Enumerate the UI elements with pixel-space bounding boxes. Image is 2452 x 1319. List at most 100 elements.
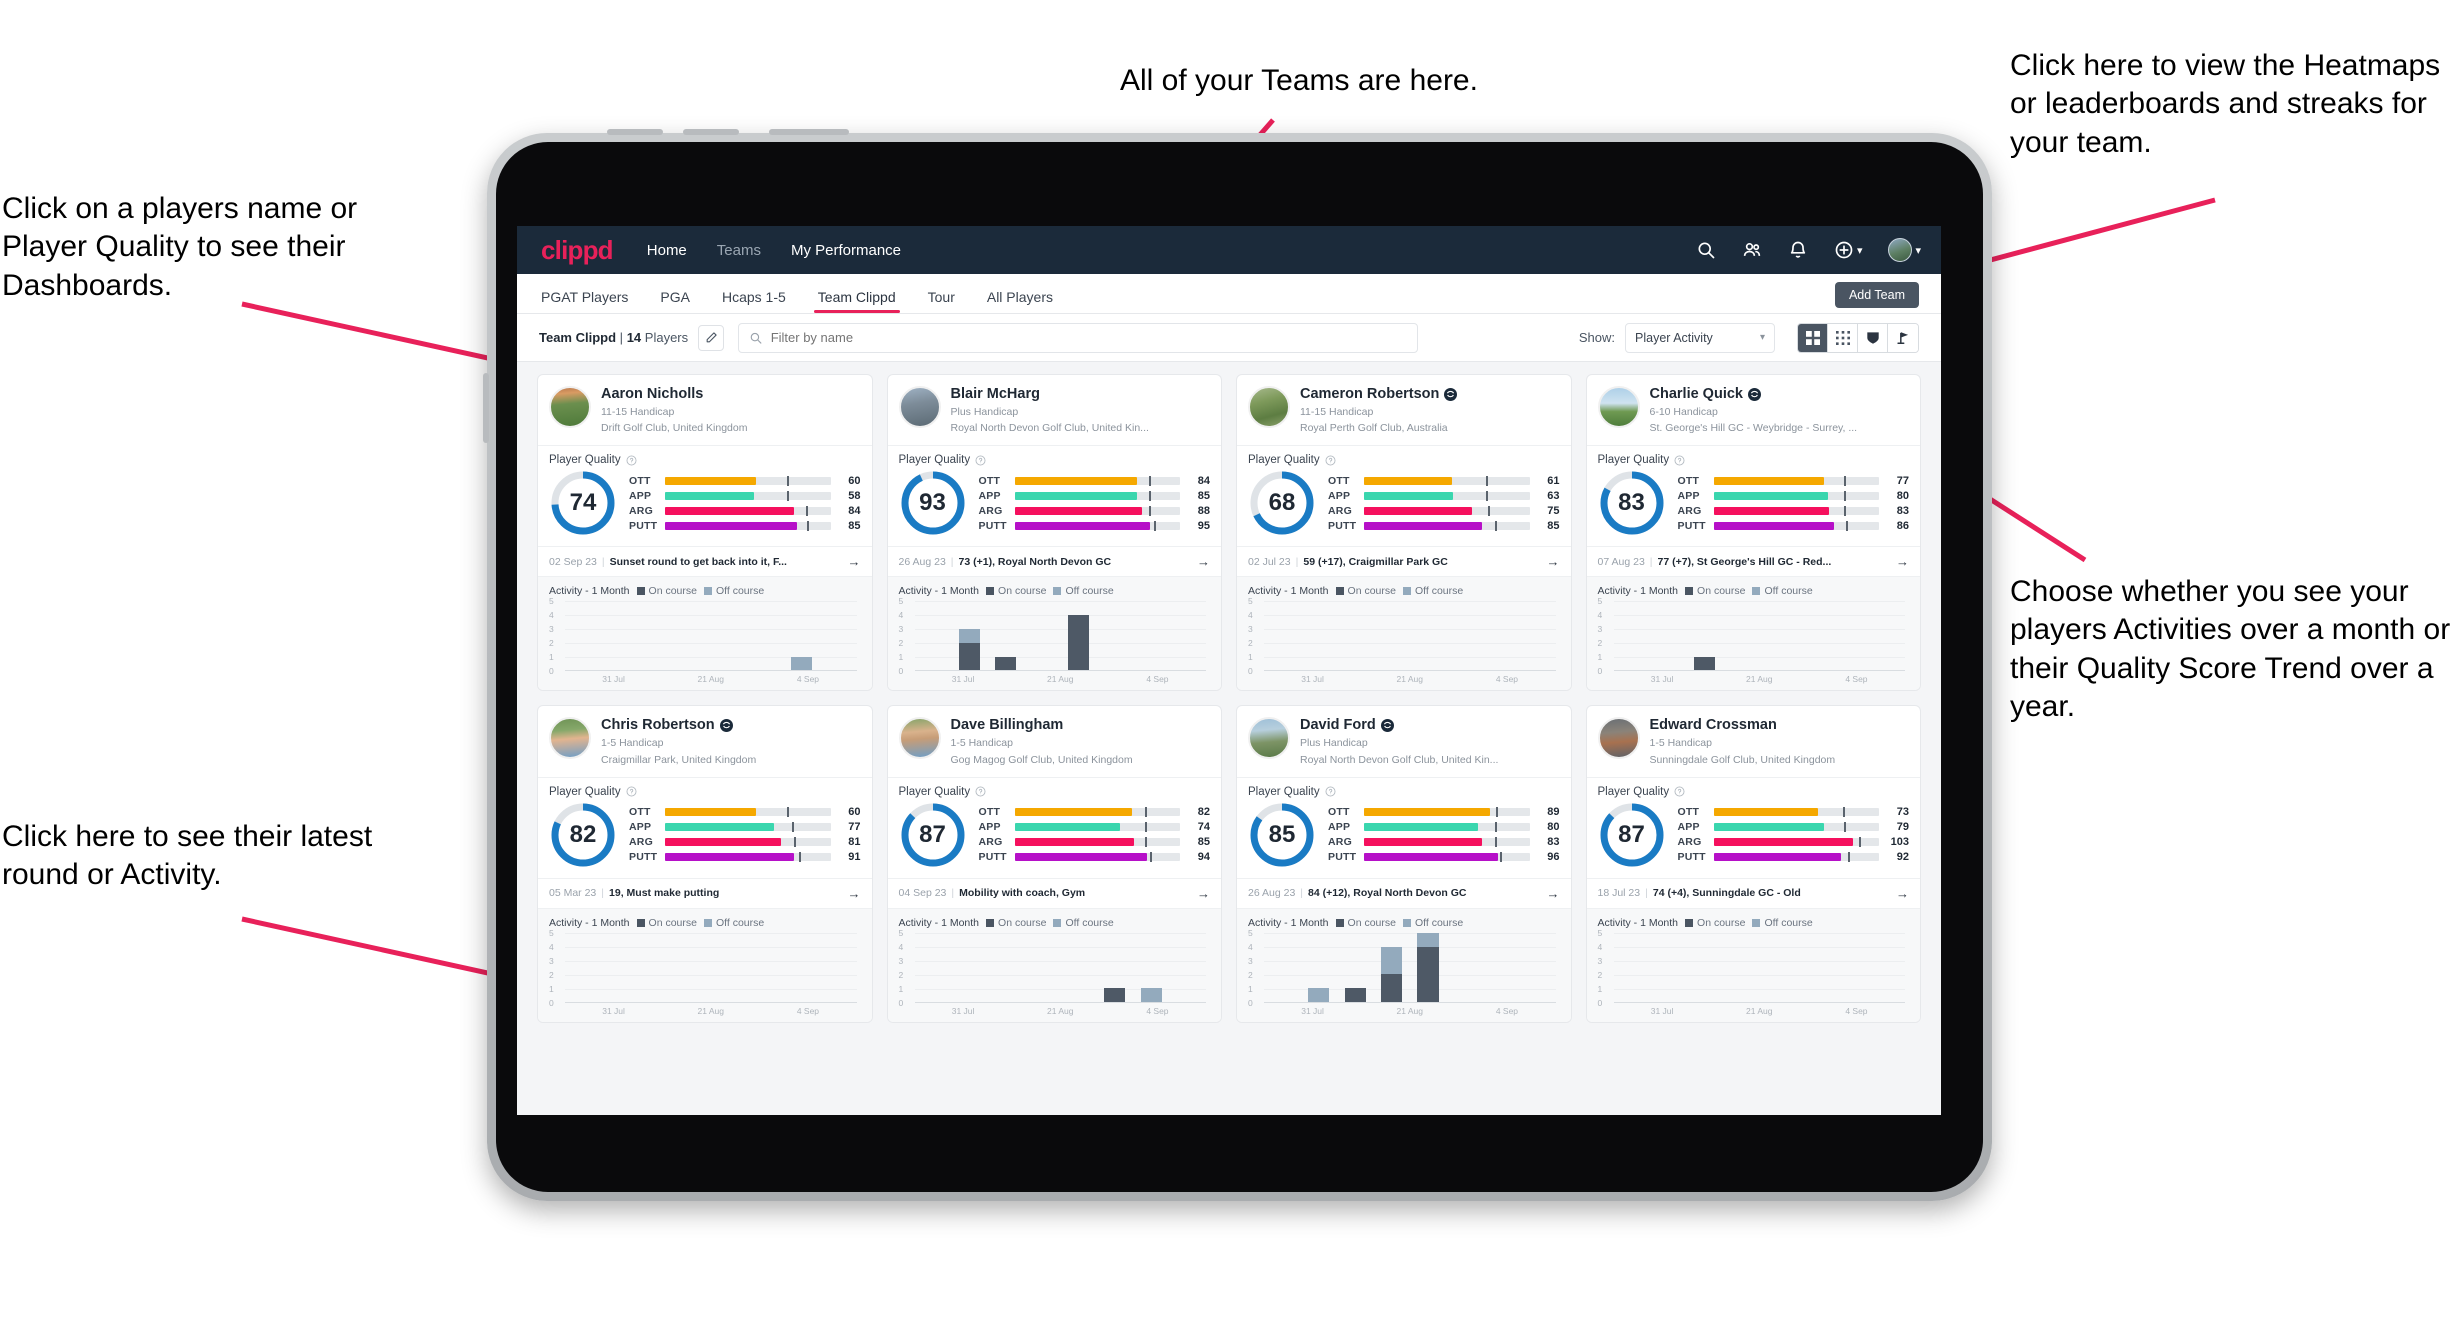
latest-round-row[interactable]: 02 Jul 23 | 59 (+17), Craigmillar Park G… — [1237, 546, 1571, 576]
latest-round-row[interactable]: 04 Sep 23 | Mobility with coach, Gym → — [887, 877, 1221, 908]
search-icon[interactable] — [1696, 240, 1716, 260]
pencil-icon[interactable] — [698, 324, 725, 351]
player-card[interactable]: Cameron Robertson 11-15 Handicap Royal P… — [1236, 374, 1572, 692]
clippd-logo[interactable]: clippd — [541, 235, 614, 266]
compact-grid-view-icon[interactable] — [1828, 323, 1858, 352]
nav-link-home[interactable]: Home — [647, 242, 687, 259]
chart-bar-slot — [1133, 601, 1169, 670]
arrow-right-icon[interactable]: → — [1197, 554, 1210, 569]
player-quality-section[interactable]: Player Quality 82 OTT 60 APP 77 ARG 81 P… — [538, 776, 872, 878]
quality-metric-marker — [792, 822, 795, 833]
quality-metric-fill — [1014, 476, 1137, 485]
tab-all-players[interactable]: All Players — [987, 289, 1053, 313]
player-card[interactable]: Charlie Quick 6-10 Handicap St. George's… — [1585, 374, 1921, 692]
avatar[interactable]: ▾ — [1888, 238, 1921, 262]
player-card-header[interactable]: Aaron Nicholls 11-15 Handicap Drift Golf… — [538, 375, 872, 445]
player-name[interactable]: Aaron Nicholls — [601, 386, 747, 402]
player-quality-section[interactable]: Player Quality 87 OTT 82 APP 74 ARG 85 P… — [887, 776, 1221, 878]
chart-bar-slot — [1723, 933, 1759, 1002]
people-icon[interactable] — [1742, 240, 1762, 260]
search-input[interactable] — [770, 330, 1408, 345]
plus-circle-icon[interactable]: ▾ — [1834, 240, 1862, 260]
chart-y-label: 1 — [549, 652, 554, 663]
quality-metric-label: ARG — [1677, 836, 1702, 849]
player-quality-section[interactable]: Player Quality 74 OTT 60 APP 58 ARG 84 P… — [538, 445, 872, 546]
player-card-header[interactable]: Blair McHarg Plus Handicap Royal North D… — [888, 375, 1222, 445]
player-card[interactable]: David Ford Plus Handicap Royal North Dev… — [1236, 705, 1572, 1023]
quality-metric-value: 61 — [1547, 474, 1560, 487]
player-card-header[interactable]: Charlie Quick 6-10 Handicap St. George's… — [1587, 375, 1921, 445]
arrow-right-icon[interactable]: → — [1547, 554, 1560, 569]
tab-tour[interactable]: Tour — [928, 289, 955, 313]
player-name[interactable]: David Ford — [1300, 717, 1498, 733]
help-icon[interactable] — [1674, 786, 1685, 797]
chart-bar-slot — [1410, 601, 1446, 670]
add-team-button[interactable]: Add Team — [1834, 282, 1919, 308]
player-quality-section[interactable]: Player Quality 83 OTT 77 APP 80 ARG 83 P… — [1586, 445, 1920, 546]
arrow-right-icon[interactable]: → — [848, 886, 861, 901]
player-card[interactable]: Dave Billingham 1-5 Handicap Gog Magog G… — [886, 705, 1222, 1023]
tab-hcaps-1-5[interactable]: Hcaps 1-5 — [722, 289, 786, 313]
quality-metric-fill — [1713, 506, 1830, 515]
player-card[interactable]: Aaron Nicholls 11-15 Handicap Drift Golf… — [537, 374, 873, 692]
quality-metric-label: OTT — [1677, 806, 1700, 819]
nav-link-my-performance[interactable]: My Performance — [791, 242, 901, 259]
help-icon[interactable] — [626, 455, 637, 466]
player-card-header[interactable]: Dave Billingham 1-5 Handicap Gog Magog G… — [888, 706, 1222, 776]
player-name[interactable]: Edward Crossman — [1650, 717, 1836, 733]
arrow-right-icon[interactable]: → — [1197, 886, 1210, 901]
player-card[interactable]: Blair McHarg Plus Handicap Royal North D… — [886, 374, 1222, 692]
arrow-right-icon[interactable]: → — [848, 554, 861, 569]
player-name[interactable]: Blair McHarg — [951, 386, 1149, 402]
course-view-icon[interactable] — [1888, 323, 1918, 352]
chart-axis — [565, 1001, 857, 1003]
latest-round-row[interactable]: 18 Jul 23 | 74 (+4), Sunningdale GC - Ol… — [1586, 877, 1920, 908]
player-card[interactable]: Edward Crossman 1-5 Handicap Sunningdale… — [1585, 705, 1921, 1023]
help-icon[interactable] — [975, 786, 986, 797]
player-card[interactable]: Chris Robertson 1-5 Handicap Craigmillar… — [537, 705, 873, 1023]
help-icon[interactable] — [1325, 786, 1336, 797]
off-course-swatch-icon — [1752, 587, 1761, 596]
latest-round-row[interactable]: 05 Mar 23 | 19, Must make putting → — [538, 877, 872, 908]
latest-round-row[interactable]: 26 Aug 23 | 84 (+12), Royal North Devon … — [1237, 877, 1571, 908]
player-card-header[interactable]: Cameron Robertson 11-15 Handicap Royal P… — [1237, 375, 1571, 445]
latest-round-row[interactable]: 26 Aug 23 | 73 (+1), Royal North Devon G… — [887, 546, 1221, 576]
player-name[interactable]: Chris Robertson — [601, 717, 756, 733]
chart-y-label: 4 — [898, 610, 904, 621]
tab-pga[interactable]: PGA — [660, 289, 690, 313]
player-card-header[interactable]: Edward Crossman 1-5 Handicap Sunningdale… — [1587, 706, 1921, 776]
bell-icon[interactable] — [1788, 240, 1808, 260]
search-input-wrapper[interactable] — [738, 322, 1419, 353]
help-icon[interactable] — [1325, 455, 1336, 466]
large-grid-view-icon[interactable] — [1798, 323, 1828, 352]
chart-y-label: 1 — [1248, 983, 1253, 994]
activity-section: Activity - 1 Month On course Off course … — [887, 576, 1221, 691]
arrow-right-icon[interactable]: → — [1896, 554, 1909, 569]
activity-chart: 5 4 3 2 1 0 — [1598, 596, 1910, 676]
player-quality-section[interactable]: Player Quality 68 OTT 61 APP 63 ARG 75 P… — [1237, 445, 1571, 546]
show-select[interactable]: Player Activity ▾ — [1625, 322, 1775, 353]
tab-pgat-players[interactable]: PGAT Players — [541, 289, 628, 313]
tab-team-clippd[interactable]: Team Clippd — [813, 289, 900, 313]
quality-metric-track — [1364, 822, 1530, 833]
latest-round-row[interactable]: 02 Sep 23 | Sunset round to get back int… — [538, 546, 872, 576]
help-icon[interactable] — [975, 455, 986, 466]
player-quality-section[interactable]: Player Quality 87 OTT 73 APP 79 ARG 103 … — [1586, 776, 1920, 878]
player-name[interactable]: Dave Billingham — [951, 717, 1133, 733]
arrow-right-icon[interactable]: → — [1896, 886, 1909, 901]
player-quality-section[interactable]: Player Quality 85 OTT 89 APP 80 ARG 83 P… — [1237, 776, 1571, 878]
nav-link-teams[interactable]: Teams — [717, 242, 761, 259]
leaderboard-view-icon[interactable] — [1858, 323, 1888, 352]
quality-metric-label: OTT — [629, 474, 651, 487]
arrow-right-icon[interactable]: → — [1547, 886, 1560, 901]
player-name[interactable]: Charlie Quick — [1650, 386, 1858, 402]
off-course-swatch-icon — [1053, 587, 1062, 596]
player-card-header[interactable]: Chris Robertson 1-5 Handicap Craigmillar… — [538, 706, 872, 776]
help-icon[interactable] — [626, 786, 637, 797]
player-quality-section[interactable]: Player Quality 93 OTT 84 APP 85 ARG 88 P… — [887, 445, 1221, 546]
player-card-header[interactable]: David Ford Plus Handicap Royal North Dev… — [1237, 706, 1571, 776]
latest-round-row[interactable]: 07 Aug 23 | 77 (+7), St George's Hill GC… — [1586, 546, 1920, 576]
chart-y-label: 0 — [1597, 666, 1603, 677]
help-icon[interactable] — [1674, 455, 1685, 466]
player-name[interactable]: Cameron Robertson — [1300, 386, 1458, 402]
